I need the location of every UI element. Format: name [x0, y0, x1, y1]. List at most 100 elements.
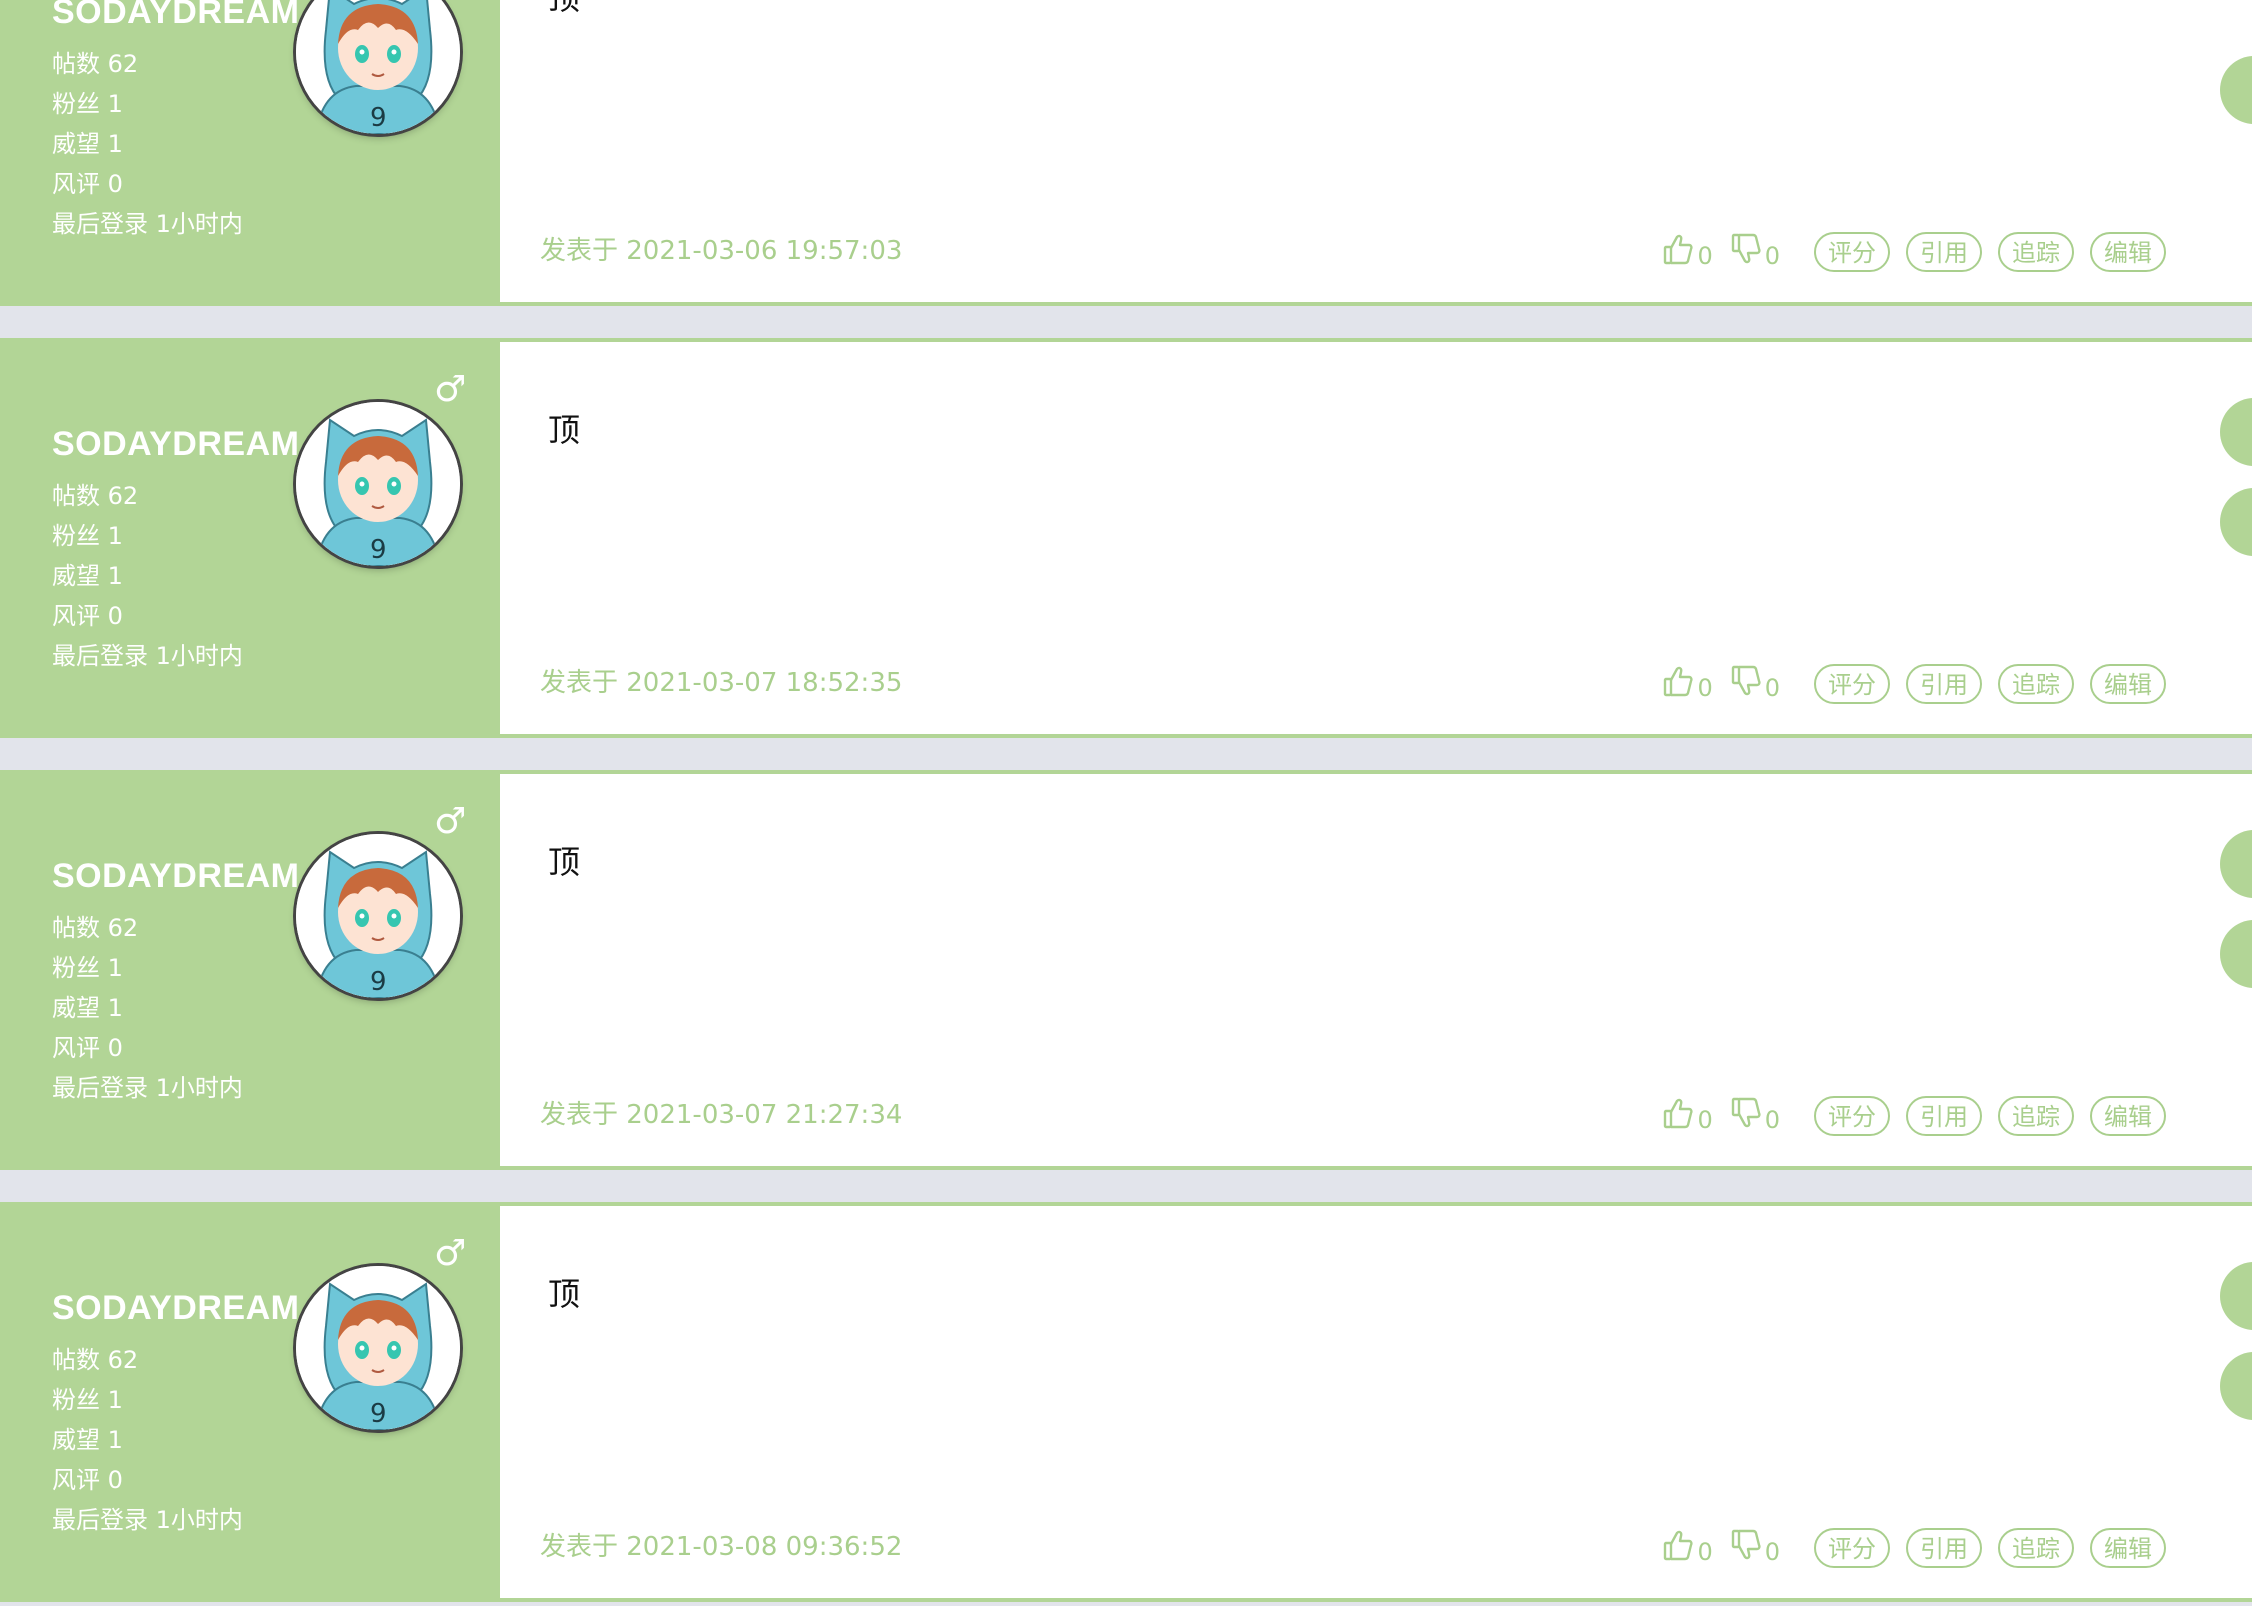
like-count: 0 [1697, 242, 1713, 270]
post-content-area: 顶 发表于 2021-03-07 21:27:34 0 0 评分 引用 追踪 编… [500, 774, 2252, 1166]
post-text: 顶 [548, 843, 581, 881]
stat-last-login: 最后登录 1小时内 [52, 210, 243, 238]
track-button[interactable]: 追踪 [1998, 1528, 2074, 1568]
post-text: 顶 [548, 1275, 581, 1313]
thumbs-down-icon [1731, 233, 1765, 271]
quote-button[interactable]: 引用 [1906, 1096, 1982, 1136]
thumbs-down-icon [1731, 1097, 1765, 1135]
quote-button[interactable]: 引用 [1906, 1528, 1982, 1568]
user-panel: ♂ SODAYDREAM 9 帖数 62 粉丝 1 威望 1 风评 0 最后登录… [0, 342, 500, 734]
username-link[interactable]: SODAYDREAM [52, 856, 299, 896]
post-card: ♂ SODAYDREAM 9 帖数 62 粉丝 1 威望 1 风评 0 最后登录… [0, 770, 2252, 1170]
post-card: ♂ SODAYDREAM 9 帖数 62 粉丝 1 威望 1 风评 0 最后登录… [0, 1202, 2252, 1602]
quote-button[interactable]: 引用 [1906, 664, 1982, 704]
username-link[interactable]: SODAYDREAM [52, 0, 299, 32]
user-stats: 帖数 62 粉丝 1 威望 1 风评 0 最后登录 1小时内 [52, 44, 243, 244]
thumbs-down-icon [1731, 665, 1765, 703]
track-button[interactable]: 追踪 [1998, 664, 2074, 704]
side-action-button[interactable] [2220, 398, 2252, 466]
post-actions: 0 0 评分 引用 追踪 编辑 [1663, 1526, 2166, 1570]
like-count: 0 [1697, 674, 1713, 702]
user-panel: ♂ SODAYDREAM 9 帖数 62 粉丝 1 威望 1 风评 0 最后登录… [0, 1206, 500, 1598]
svg-text:9: 9 [370, 1399, 387, 1429]
stat-rating: 风评 0 [52, 1034, 123, 1062]
thumbs-up-icon [1663, 1529, 1697, 1567]
rate-button[interactable]: 评分 [1814, 1096, 1890, 1136]
like-count: 0 [1697, 1106, 1713, 1134]
stat-last-login: 最后登录 1小时内 [52, 1074, 243, 1102]
stat-rating: 风评 0 [52, 602, 123, 630]
rate-button[interactable]: 评分 [1814, 1528, 1890, 1568]
edit-button[interactable]: 编辑 [2090, 664, 2166, 704]
user-panel: ♂ SODAYDREAM 9 帖数 62 粉丝 1 威望 1 风评 0 最后登录… [0, 0, 500, 302]
dislike-count: 0 [1764, 242, 1780, 270]
post-text: 顶 [548, 411, 581, 449]
stat-posts: 帖数 62 [52, 1346, 139, 1374]
post-date: 发表于 2021-03-07 18:52:35 [540, 668, 903, 698]
dislike-count: 0 [1764, 674, 1780, 702]
stat-fans: 粉丝 1 [52, 954, 123, 982]
stat-prestige: 威望 1 [52, 1426, 123, 1454]
username-link[interactable]: SODAYDREAM [52, 1288, 299, 1328]
post-actions: 0 0 评分 引用 追踪 编辑 [1663, 662, 2166, 706]
rate-button[interactable]: 评分 [1814, 664, 1890, 704]
stat-fans: 粉丝 1 [52, 1386, 123, 1414]
stat-posts: 帖数 62 [52, 914, 139, 942]
rate-button[interactable]: 评分 [1814, 232, 1890, 272]
male-icon: ♂ [434, 1233, 467, 1274]
post-card: ♂ SODAYDREAM 9 帖数 62 粉丝 1 威望 1 风评 0 最后登录… [0, 0, 2252, 306]
like-button[interactable]: 0 [1663, 665, 1713, 703]
dislike-count: 0 [1764, 1106, 1780, 1134]
track-button[interactable]: 追踪 [1998, 232, 2074, 272]
post-date: 发表于 2021-03-08 09:36:52 [540, 1532, 903, 1562]
stat-last-login: 最后登录 1小时内 [52, 1506, 243, 1534]
stat-fans: 粉丝 1 [52, 522, 123, 550]
avatar[interactable]: 9 [296, 0, 460, 134]
stat-rating: 风评 0 [52, 1466, 123, 1494]
track-button[interactable]: 追踪 [1998, 1096, 2074, 1136]
svg-text:9: 9 [370, 967, 387, 997]
side-action-button[interactable] [2220, 830, 2252, 898]
side-action-button[interactable] [2220, 920, 2252, 988]
stat-prestige: 威望 1 [52, 562, 123, 590]
male-icon: ♂ [434, 369, 467, 410]
stat-fans: 粉丝 1 [52, 90, 123, 118]
stat-prestige: 威望 1 [52, 130, 123, 158]
dislike-button[interactable]: 0 [1731, 1097, 1780, 1135]
dislike-button[interactable]: 0 [1731, 665, 1780, 703]
thumbs-down-icon [1731, 1529, 1765, 1567]
post-actions: 0 0 评分 引用 追踪 编辑 [1663, 1094, 2166, 1138]
post-content-area: 顶 发表于 2021-03-08 09:36:52 0 0 评分 引用 追踪 编… [500, 1206, 2252, 1598]
thumbs-up-icon [1663, 1097, 1697, 1135]
side-action-button[interactable] [2220, 1352, 2252, 1420]
user-stats: 帖数 62 粉丝 1 威望 1 风评 0 最后登录 1小时内 [52, 1340, 243, 1540]
side-action-button[interactable] [2220, 56, 2252, 124]
thumbs-up-icon [1663, 665, 1697, 703]
svg-text:9: 9 [370, 103, 387, 133]
quote-button[interactable]: 引用 [1906, 232, 1982, 272]
dislike-button[interactable]: 0 [1731, 233, 1780, 271]
username-link[interactable]: SODAYDREAM [52, 424, 299, 464]
post-content-area: 顶 发表于 2021-03-07 18:52:35 0 0 评分 引用 追踪 编… [500, 342, 2252, 734]
stat-rating: 风评 0 [52, 170, 123, 198]
like-count: 0 [1697, 1538, 1713, 1566]
post-content-area: 顶 发表于 2021-03-06 19:57:03 0 0 评分 引用 追踪 编… [500, 0, 2252, 302]
like-button[interactable]: 0 [1663, 1097, 1713, 1135]
avatar[interactable]: 9 [296, 834, 460, 998]
avatar[interactable]: 9 [296, 402, 460, 566]
avatar[interactable]: 9 [296, 1266, 460, 1430]
user-panel: ♂ SODAYDREAM 9 帖数 62 粉丝 1 威望 1 风评 0 最后登录… [0, 774, 500, 1166]
like-button[interactable]: 0 [1663, 1529, 1713, 1567]
like-button[interactable]: 0 [1663, 233, 1713, 271]
edit-button[interactable]: 编辑 [2090, 1528, 2166, 1568]
side-action-button[interactable] [2220, 488, 2252, 556]
stat-last-login: 最后登录 1小时内 [52, 642, 243, 670]
post-text: 顶 [548, 0, 580, 18]
dislike-button[interactable]: 0 [1731, 1529, 1780, 1567]
post-actions: 0 0 评分 引用 追踪 编辑 [1663, 230, 2166, 274]
stat-posts: 帖数 62 [52, 50, 139, 78]
edit-button[interactable]: 编辑 [2090, 1096, 2166, 1136]
side-action-button[interactable] [2220, 1262, 2252, 1330]
edit-button[interactable]: 编辑 [2090, 232, 2166, 272]
post-date: 发表于 2021-03-06 19:57:03 [540, 236, 903, 266]
